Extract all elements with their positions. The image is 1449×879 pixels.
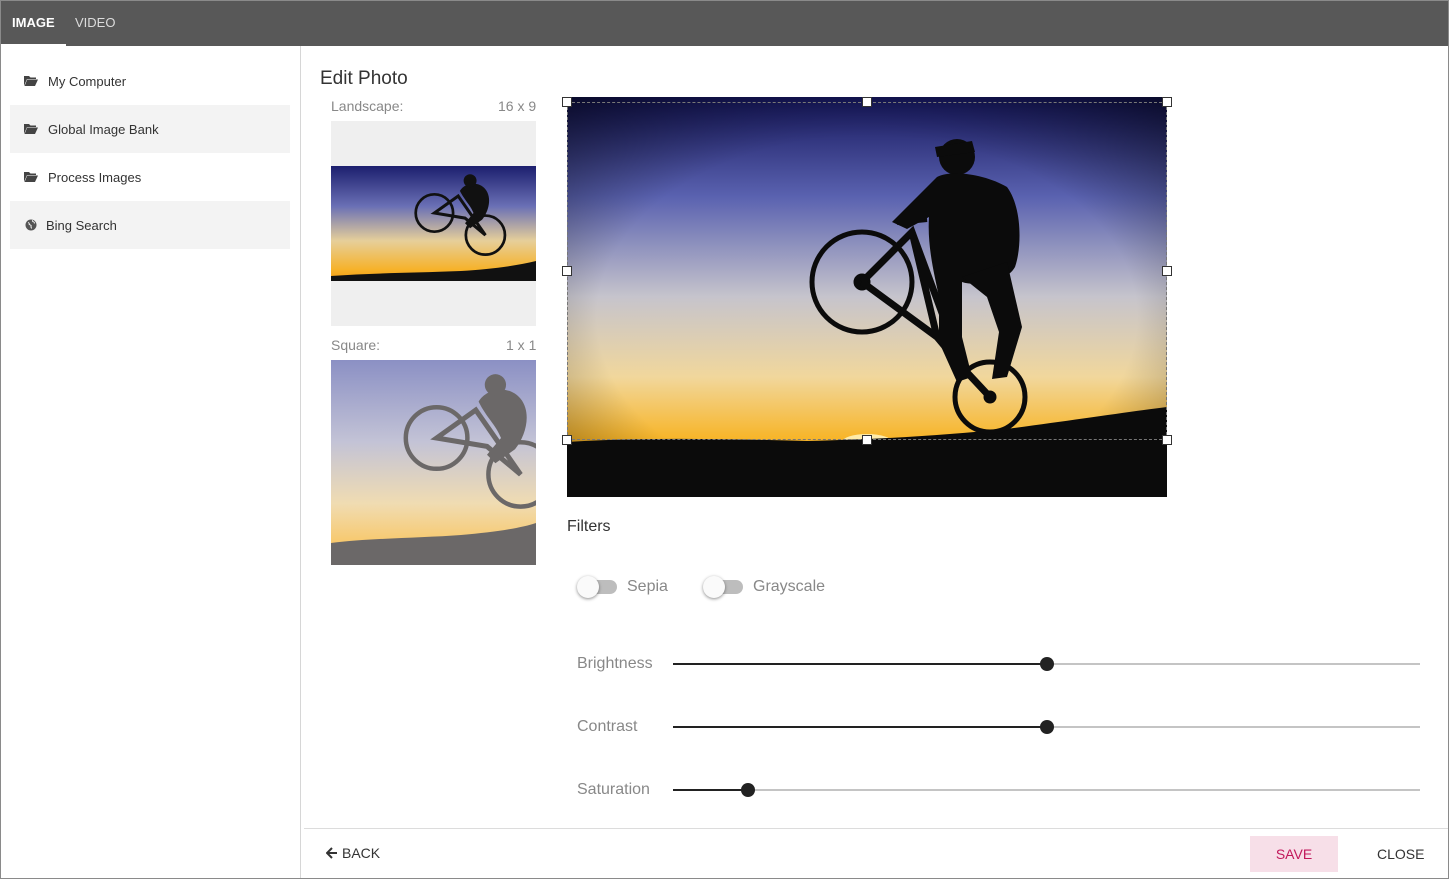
filters-heading: Filters (567, 518, 611, 535)
crop-handle-bottom-right[interactable] (1162, 435, 1172, 445)
square-preview-image (331, 360, 536, 565)
slider-fill (673, 726, 1047, 728)
crop-handle-left[interactable] (562, 266, 572, 276)
folder-icon (24, 74, 38, 88)
toggle-track (577, 576, 617, 598)
folder-icon (24, 122, 38, 136)
slider-fill (673, 789, 748, 791)
close-button[interactable]: CLOSE (1377, 836, 1424, 872)
sidebar-item-bing-search[interactable]: Bing Search (10, 201, 290, 249)
back-label: BACK (342, 845, 381, 861)
sepia-toggle[interactable]: Sepia (577, 575, 668, 599)
crop-ratio-square: 1 x 1 (506, 337, 537, 353)
toggle-knob (577, 576, 599, 598)
sidebar-item-global-image-bank[interactable]: Global Image Bank (10, 105, 290, 153)
crop-label-landscape: Landscape: (331, 98, 404, 114)
landscape-preview[interactable] (331, 121, 536, 326)
crop-handle-top-left[interactable] (562, 97, 572, 107)
globe-icon (24, 218, 38, 232)
dialog-footer: BACK SAVE CLOSE (304, 828, 1448, 878)
sidebar-item-label: Process Images (48, 169, 142, 185)
square-preview[interactable] (331, 360, 536, 565)
crop-handle-right[interactable] (1162, 266, 1172, 276)
tab-video[interactable]: VIDEO (64, 1, 126, 46)
saturation-label: Saturation (577, 781, 650, 798)
slider-thumb[interactable] (1039, 657, 1054, 671)
crop-handle-bottom-left[interactable] (562, 435, 572, 445)
sidebar-item-process-images[interactable]: Process Images (10, 153, 290, 201)
back-button[interactable]: BACK (326, 845, 380, 861)
crop-selection[interactable] (567, 102, 1167, 440)
grayscale-toggle[interactable]: Grayscale (703, 575, 825, 599)
crop-handle-top[interactable] (862, 97, 872, 107)
image-editor-window: IMAGE VIDEO My Computer Global Image Ban… (0, 0, 1449, 879)
source-sidebar: My Computer Global Image Bank Process Im… (1, 46, 301, 878)
slider-rail (673, 789, 1420, 791)
contrast-label: Contrast (577, 718, 638, 735)
slider-thumb[interactable] (740, 783, 755, 797)
sidebar-item-my-computer[interactable]: My Computer (10, 57, 290, 105)
arrow-left-icon (326, 847, 338, 859)
tab-image[interactable]: IMAGE (1, 1, 66, 46)
folder-icon (24, 170, 38, 184)
brightness-slider[interactable] (673, 654, 1420, 674)
toggle-knob (703, 576, 725, 598)
toggle-label: Grayscale (753, 578, 826, 595)
saturation-slider[interactable] (673, 780, 1420, 800)
slider-fill (673, 663, 1047, 665)
crop-handle-top-right[interactable] (1162, 97, 1172, 107)
page-title: Edit Photo (320, 68, 408, 89)
crop-handle-bottom[interactable] (862, 435, 872, 445)
sidebar-item-label: Bing Search (46, 217, 117, 233)
contrast-slider[interactable] (673, 717, 1420, 737)
landscape-preview-image (331, 166, 536, 281)
slider-thumb[interactable] (1039, 720, 1054, 734)
crop-ratio-landscape: 16 x 9 (498, 98, 537, 114)
save-button[interactable]: SAVE (1250, 836, 1338, 872)
brightness-label: Brightness (577, 655, 653, 672)
toggle-track (703, 576, 743, 598)
crop-label-square: Square: (331, 337, 381, 353)
toggle-label: Sepia (627, 578, 668, 595)
sidebar-item-label: My Computer (48, 73, 127, 89)
sidebar-item-label: Global Image Bank (48, 121, 159, 137)
top-tab-bar: IMAGE VIDEO (1, 1, 1448, 46)
